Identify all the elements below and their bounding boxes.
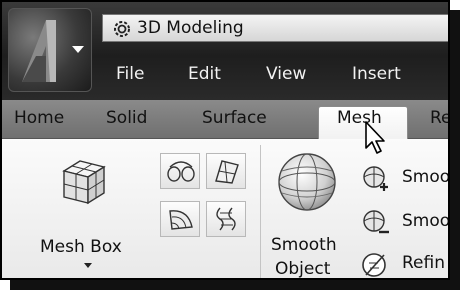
smooth-sphere-icon <box>278 153 336 211</box>
gear-icon <box>114 21 130 37</box>
mesh-revolve-button[interactable] <box>160 201 200 237</box>
panel-divider <box>260 145 261 278</box>
chevron-down-icon <box>72 46 84 53</box>
tab-render[interactable]: Re <box>430 108 448 128</box>
refine-mesh-button[interactable]: Refin <box>358 249 448 278</box>
app-window: 3D Modeling File Edit View Insert Home S… <box>0 0 450 280</box>
mesh-box-button[interactable]: Mesh Box <box>32 153 132 269</box>
mesh-cone-button[interactable] <box>160 153 200 189</box>
application-menu-button[interactable] <box>8 8 92 92</box>
refine-mesh-label: Refin <box>402 253 445 273</box>
workspace-switcher[interactable]: 3D Modeling <box>102 14 448 42</box>
menu-edit[interactable]: Edit <box>188 64 221 84</box>
smooth-more-icon <box>363 166 388 191</box>
smooth-object-label-line1: Smooth <box>271 235 337 255</box>
tab-surface[interactable]: Surface <box>202 108 267 128</box>
mesh-ruled-icon <box>216 207 236 231</box>
app-logo-icon <box>22 20 56 82</box>
title-bar: 3D Modeling File Edit View Insert <box>2 2 448 100</box>
refine-mesh-icon <box>362 253 386 277</box>
smooth-object-button[interactable]: Smooth Object <box>266 147 350 279</box>
menu-bar: File Edit View Insert <box>102 64 448 92</box>
smooth-more-button[interactable]: Smoo <box>358 163 448 195</box>
mesh-surface-icon <box>215 160 239 184</box>
mesh-ruled-button[interactable] <box>206 201 246 237</box>
mesh-cone-icon <box>167 161 195 182</box>
smooth-more-label: Smoo <box>402 167 450 187</box>
smooth-less-button[interactable]: Smoo <box>358 207 448 239</box>
mesh-box-label: Mesh Box <box>40 237 122 257</box>
mesh-box-icon <box>62 160 106 205</box>
mesh-revolve-icon <box>169 210 193 230</box>
tab-home[interactable]: Home <box>14 108 64 128</box>
smooth-less-label: Smoo <box>402 211 450 231</box>
chevron-down-icon <box>84 263 92 268</box>
mouse-pointer-icon <box>365 121 385 154</box>
mesh-surface-button[interactable] <box>206 153 246 189</box>
tab-solid[interactable]: Solid <box>106 108 147 128</box>
ribbon-panel: Mesh Box Smooth Object Smoo Smoo Refin <box>2 139 448 279</box>
menu-view[interactable]: View <box>266 64 306 84</box>
menu-insert[interactable]: Insert <box>352 64 401 84</box>
workspace-label: 3D Modeling <box>137 18 244 38</box>
menu-file[interactable]: File <box>116 64 144 84</box>
smooth-object-label-line2: Object <box>275 259 331 279</box>
smooth-less-icon <box>363 210 389 234</box>
